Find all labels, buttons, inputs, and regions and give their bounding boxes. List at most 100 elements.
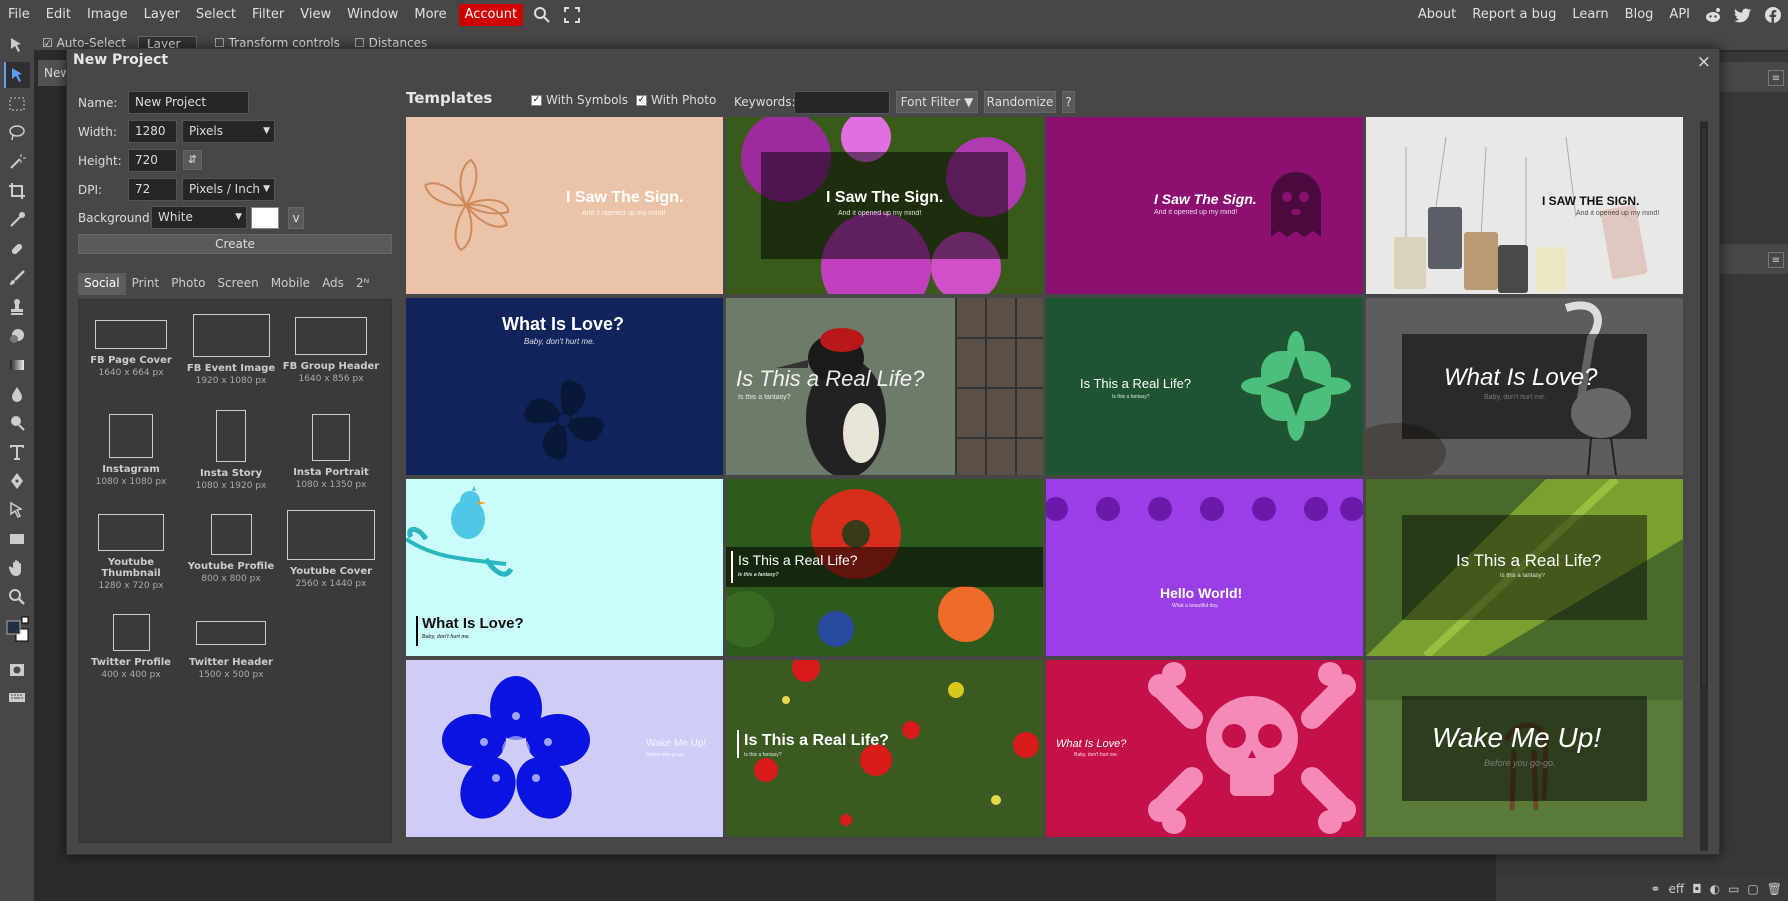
template-tile[interactable]: Is This a Real Life? Is this a fantasy? [1366,479,1683,656]
tab-social[interactable]: Social [78,273,126,295]
width-unit-select[interactable]: Pixels ▼ [182,120,275,143]
randomize-button[interactable]: Randomize [984,91,1056,113]
preset-fb-event-image[interactable]: FB Event Image 1920 x 1080 px [181,314,281,386]
preset-youtube-thumbnail[interactable]: Youtube Thumbnail 1280 x 720 px [81,514,181,591]
menu-file[interactable]: File [0,0,38,30]
link-about[interactable]: About [1410,0,1464,30]
facebook-icon[interactable] [1762,0,1784,30]
swap-dimensions-icon[interactable]: ⇵ [183,150,202,170]
template-tile[interactable]: What Is Love? Baby, don't hurt me. [1366,298,1683,475]
preset-instagram[interactable]: Instagram 1080 x 1080 px [81,414,181,487]
template-tile[interactable]: Wake Me Up! Before you go-go. [1366,660,1683,837]
name-input[interactable]: New Project [128,91,249,114]
template-tile[interactable]: Is This a Real Life? Is this a fantasy? [1046,298,1363,475]
lasso-icon[interactable] [4,120,30,146]
template-tile[interactable]: Is This a Real Life? Is this a fantasy? [726,479,1043,656]
template-tile[interactable]: What Is Love? Baby, don't hurt me. [406,298,723,475]
preset-youtube-profile[interactable]: Youtube Profile 800 x 800 px [181,514,281,584]
folder-icon[interactable]: ▭ [1728,882,1739,896]
link-api[interactable]: API [1661,0,1698,30]
eraser-icon[interactable] [4,323,30,349]
dpi-input[interactable]: 72 [128,178,177,201]
template-tile[interactable]: I Saw The Sign. And it opened up my mind… [1046,117,1363,294]
help-button[interactable]: ? [1062,91,1075,113]
account-button[interactable]: Account [458,4,524,26]
zoom-icon[interactable] [4,584,30,610]
healing-brush-icon[interactable] [4,236,30,262]
font-filter-button[interactable]: Font Filter ▼ [896,91,978,113]
with-symbols-checkbox[interactable]: ✓ With Symbols [531,93,628,107]
twitter-icon[interactable] [1732,0,1754,30]
preset-fb-group-header[interactable]: FB Group Header 1640 x 856 px [281,314,381,384]
panel-menu-icon[interactable]: ≡ [1768,70,1784,86]
tab-ads[interactable]: Ads [316,273,350,295]
move-tool-icon[interactable] [4,32,30,58]
reddit-icon[interactable] [1702,0,1724,30]
menu-edit[interactable]: Edit [38,0,79,30]
preset-youtube-cover[interactable]: Youtube Cover 2560 x 1440 px [281,510,381,589]
menu-image[interactable]: Image [79,0,136,30]
magic-wand-icon[interactable] [4,149,30,175]
tab-mobile[interactable]: Mobile [265,273,316,295]
template-tile[interactable]: Is This a Real Life? Is this a fantasy? [726,298,1043,475]
template-tile[interactable]: I Saw The Sign. And it opened up my mind… [406,117,723,294]
trash-icon[interactable]: 🗑 [1767,882,1782,896]
pen-tool-icon[interactable] [4,468,30,494]
tab-photo[interactable]: Photo [165,273,211,295]
menu-view[interactable]: View [292,0,339,30]
template-tile[interactable]: Wake Me Up! Before you go-go. [406,660,723,837]
search-icon[interactable] [531,0,553,30]
dpi-unit-select[interactable]: Pixels / Inch ▼ [182,178,275,201]
panel-menu-icon-2[interactable]: ≡ [1768,252,1784,268]
template-tile[interactable]: Is This a Real Life? Is this a fantasy? [726,660,1043,837]
keywords-input[interactable] [794,91,890,114]
scrollbar-thumb[interactable] [1701,127,1707,687]
template-tile[interactable]: I SAW THE SIGN. And it opened up my mind… [1366,117,1683,294]
hand-icon[interactable] [4,555,30,581]
eyedropper-icon[interactable] [4,207,30,233]
background-more-button[interactable]: v [288,207,304,229]
link-learn[interactable]: Learn [1564,0,1616,30]
preset-fb-page-cover[interactable]: FB Page Cover 1640 x 664 px [81,314,181,378]
tab-power-of-two[interactable]: 2ᴺ [350,273,375,295]
menu-window[interactable]: Window [339,0,406,30]
tab-print[interactable]: Print [126,273,166,295]
new-layer-icon[interactable]: ▢ [1747,882,1758,896]
quick-mask-icon[interactable] [4,657,30,683]
background-select[interactable]: White ▼ [151,206,247,229]
template-tile[interactable]: Hello World! What a beautiful day. [1046,479,1363,656]
crop-icon[interactable] [4,178,30,204]
effects-icon[interactable]: eff [1668,882,1684,896]
menu-more[interactable]: More [406,0,454,30]
adjustment-icon[interactable]: ◐ [1710,882,1720,896]
select-move-icon[interactable] [4,62,30,88]
width-input[interactable]: 1280 [128,120,177,143]
link-report-bug[interactable]: Report a bug [1464,0,1564,30]
height-input[interactable]: 720 [128,149,177,172]
dodge-icon[interactable] [4,410,30,436]
marquee-icon[interactable] [4,91,30,117]
menu-filter[interactable]: Filter [244,0,292,30]
fullscreen-icon[interactable] [561,0,583,30]
menu-select[interactable]: Select [188,0,244,30]
tab-screen[interactable]: Screen [211,273,264,295]
templates-scrollbar[interactable] [1700,121,1708,851]
template-tile[interactable]: What Is Love? Baby, don't hurt me. [1046,660,1363,837]
brush-icon[interactable] [4,265,30,291]
link-layers-icon[interactable]: ⚭ [1650,882,1660,896]
menu-layer[interactable]: Layer [136,0,188,30]
path-select-icon[interactable] [4,497,30,523]
preset-insta-portrait[interactable]: Insta Portrait 1080 x 1350 px [281,414,381,490]
color-swatches-icon[interactable] [4,614,30,650]
keyboard-icon[interactable] [4,684,30,710]
mask-icon[interactable]: ◘ [1692,882,1702,896]
blur-drop-icon[interactable] [4,381,30,407]
preset-insta-story[interactable]: Insta Story 1080 x 1920 px [181,410,281,491]
rectangle-shape-icon[interactable] [4,526,30,552]
background-color-swatch[interactable] [251,207,279,229]
link-blog[interactable]: Blog [1617,0,1662,30]
template-tile[interactable]: I Saw The Sign. And it opened up my mind… [726,117,1043,294]
clone-stamp-icon[interactable] [4,294,30,320]
gradient-icon[interactable] [4,352,30,378]
preset-twitter-header[interactable]: Twitter Header 1500 x 500 px [181,614,281,680]
